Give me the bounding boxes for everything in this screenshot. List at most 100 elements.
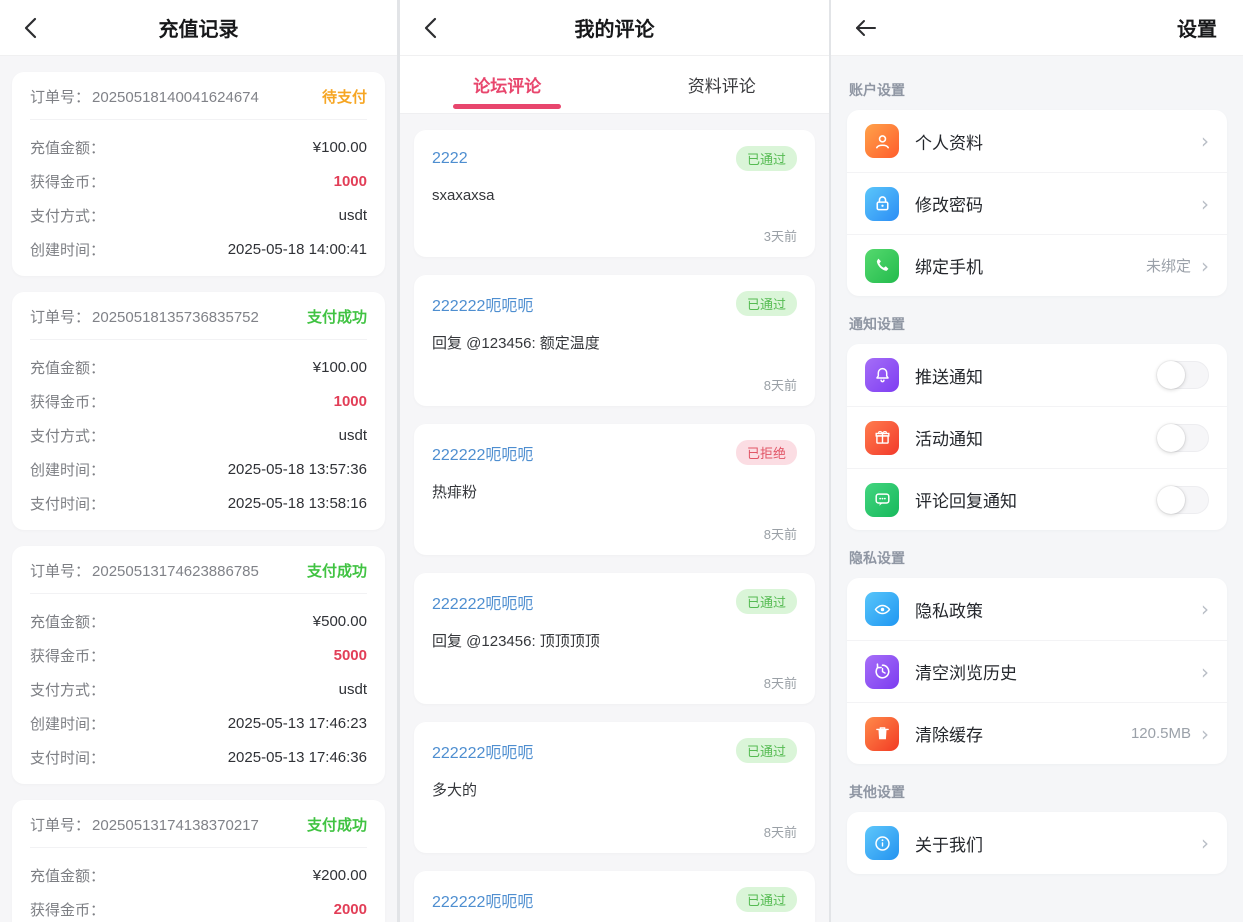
- amount-value: ¥100.00: [312, 138, 367, 156]
- comment-thread-link[interactable]: 222222呃呃呃: [432, 590, 533, 614]
- status-badge: 支付成功: [306, 563, 367, 580]
- amount-value: ¥200.00: [312, 866, 367, 884]
- tab-forum-comments[interactable]: 论坛评论: [400, 56, 615, 113]
- three-screen-mosaic: 充值记录 订单号： 20250518140041624674 待支付 充值金额： …: [0, 0, 1243, 922]
- order-number: 订单号： 20250518135736835752: [30, 306, 259, 327]
- comment-top-row: 2222 已通过: [432, 146, 797, 171]
- back-button[interactable]: [849, 0, 883, 56]
- section-label-privacy: 隐私设置: [849, 550, 905, 566]
- row-push-notifications: 推送通知: [847, 344, 1227, 406]
- chevron-right-icon: ›: [1201, 191, 1209, 216]
- created-value: 2025-05-18 14:00:41: [227, 240, 367, 258]
- order-no-value: 20250518140041624674: [92, 89, 259, 106]
- tab-profile-comments[interactable]: 资料评论: [615, 56, 830, 113]
- order-header: 订单号： 20250513174623886785 支付成功: [30, 560, 367, 594]
- comment-top-row: 222222呃呃呃 已通过: [432, 887, 797, 912]
- recharge-order-card: 订单号： 20250513174623886785 支付成功 充值金额： ¥500…: [12, 546, 385, 784]
- row-about-us[interactable]: 关于我们 ›: [847, 812, 1227, 874]
- active-tab-underline: [453, 104, 562, 109]
- paid-label: 支付时间：: [30, 749, 106, 767]
- status-badge: 待支付: [321, 89, 367, 106]
- chevron-right-icon: ›: [1201, 831, 1209, 855]
- comments-list: 2222 已通过 sxaxaxsa 3天前 222222呃呃呃 已通过 回复 @…: [400, 114, 829, 922]
- coins-label: 获得金币：: [30, 173, 106, 191]
- back-button[interactable]: [18, 0, 43, 56]
- comment-card: 222222呃呃呃 已通过 回复 @123456: 顶顶顶顶 8天前: [414, 573, 815, 704]
- coins-label: 获得金币：: [30, 393, 106, 411]
- page-title: 我的评论: [574, 19, 655, 41]
- recharge-order-card: 订单号： 20250518135736835752 支付成功 充值金额： ¥100…: [12, 292, 385, 530]
- activity-notifications-toggle[interactable]: [1157, 423, 1209, 452]
- row-label: 评论回复通知: [915, 492, 1017, 511]
- order-header: 订单号： 20250518140041624674 待支付: [30, 86, 367, 120]
- review-status-badge: 已通过: [735, 291, 797, 316]
- comment-thread-link[interactable]: 222222呃呃呃: [432, 292, 533, 316]
- row-label: 清除缓存: [915, 726, 983, 745]
- review-status-badge: 已通过: [735, 589, 797, 614]
- review-status-badge: 已通过: [735, 887, 797, 912]
- chevron-right-icon: ›: [1201, 659, 1209, 684]
- recharge-header: 充值记录: [0, 0, 397, 56]
- gift-icon: [865, 420, 899, 455]
- push-notifications-toggle[interactable]: [1157, 361, 1209, 389]
- status-badge: 支付成功: [306, 817, 367, 834]
- trash-icon: [865, 716, 899, 751]
- order-no-value: 20250513174138370217: [92, 817, 259, 834]
- amount-label: 充值金额：: [30, 613, 106, 631]
- comment-time: 8天前: [763, 527, 797, 542]
- row-change-password[interactable]: 修改密码 ›: [847, 172, 1227, 234]
- comment-card: 222222呃呃呃 已通过 回复 @123456: 额定温度 8天前: [414, 275, 815, 406]
- tab-label: 资料评论: [687, 77, 756, 96]
- account-settings-group: 个人资料 › 修改密码 › 绑定手机 未绑定 ›: [847, 110, 1227, 296]
- method-value: usdt: [338, 206, 367, 224]
- row-label: 关于我们: [915, 835, 983, 855]
- settings-screen: 设置 账户设置 个人资料 › 修改密码 › 绑定手机 未绑定 › 通知设置 推送…: [831, 0, 1243, 922]
- comment-thread-link[interactable]: 222222呃呃呃: [432, 441, 533, 465]
- method-label: 支付方式：: [30, 681, 106, 699]
- comment-thread-link[interactable]: 222222呃呃呃: [432, 739, 533, 763]
- comment-top-row: 222222呃呃呃 已通过: [432, 589, 797, 614]
- method-value: usdt: [338, 680, 367, 698]
- settings-body: 账户设置 个人资料 › 修改密码 › 绑定手机 未绑定 › 通知设置 推送通知 …: [831, 56, 1243, 904]
- comment-content: sxaxaxsa: [432, 187, 495, 204]
- notification-settings-group: 推送通知 活动通知 评论回复通知: [847, 344, 1227, 530]
- comment-thread-link[interactable]: 222222呃呃呃: [432, 888, 533, 912]
- comment-reply-notifications-toggle[interactable]: [1157, 485, 1209, 514]
- row-profile[interactable]: 个人资料 ›: [847, 110, 1227, 172]
- order-number: 订单号： 20250513174138370217: [30, 814, 259, 835]
- comment-top-row: 222222呃呃呃 已通过: [432, 738, 797, 763]
- privacy-settings-group: 隐私政策 › 清空浏览历史 › 清除缓存 120.5MB ›: [847, 578, 1227, 764]
- row-value: 120.5MB: [1130, 725, 1191, 742]
- paid-label: 支付时间：: [30, 495, 106, 513]
- row-clear-browsing-history[interactable]: 清空浏览历史 ›: [847, 640, 1227, 702]
- chevron-right-icon: ›: [1201, 597, 1209, 621]
- section-label-other: 其他设置: [849, 784, 905, 800]
- row-clear-cache[interactable]: 清除缓存 120.5MB ›: [847, 702, 1227, 764]
- comment-card: 2222 已通过 sxaxaxsa 3天前: [414, 130, 815, 257]
- comment-content: 热痱粉: [432, 484, 478, 501]
- eye-icon: [865, 592, 899, 626]
- recharge-order-card: 订单号： 20250513174138370217 支付成功 充值金额： ¥200…: [12, 800, 385, 922]
- other-settings-group: 关于我们 ›: [847, 812, 1227, 874]
- coins-value: 1000: [333, 392, 367, 410]
- row-label: 推送通知: [915, 367, 983, 387]
- created-value: 2025-05-13 17:46:23: [227, 714, 367, 732]
- review-status-badge: 已通过: [735, 146, 797, 171]
- order-no-value: 20250513174623886785: [92, 563, 259, 580]
- order-header: 订单号： 20250513174138370217 支付成功: [30, 814, 367, 848]
- row-comment-reply-notifications: 评论回复通知: [847, 468, 1227, 530]
- recharge-order-card: 订单号： 20250518140041624674 待支付 充值金额： ¥100.…: [12, 72, 385, 276]
- back-button[interactable]: [418, 0, 443, 56]
- comment-card: 222222呃呃呃 已通过 回复 @123456: 呃呃问问 8天前: [414, 871, 815, 922]
- coins-label: 获得金币：: [30, 901, 106, 919]
- status-badge: 支付成功: [306, 309, 367, 326]
- row-activity-notifications: 活动通知: [847, 406, 1227, 468]
- row-bind-phone[interactable]: 绑定手机 未绑定 ›: [847, 234, 1227, 296]
- lock-icon: [865, 186, 899, 221]
- comment-thread-link[interactable]: 2222: [432, 150, 468, 168]
- chevron-right-icon: ›: [1201, 129, 1209, 153]
- order-no-label: 订单号：: [30, 309, 91, 326]
- order-no-value: 20250518135736835752: [92, 309, 259, 326]
- row-privacy-policy[interactable]: 隐私政策 ›: [847, 578, 1227, 640]
- order-header: 订单号： 20250518135736835752 支付成功: [30, 306, 367, 340]
